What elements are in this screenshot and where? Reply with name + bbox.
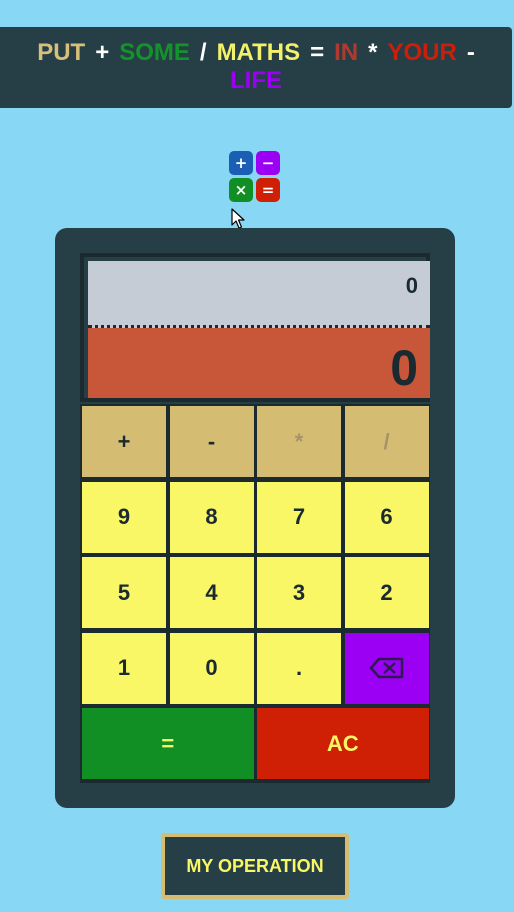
- minus-icon: −: [256, 151, 280, 175]
- minus-button[interactable]: -: [169, 406, 254, 477]
- banner-word: IN: [334, 39, 359, 66]
- backspace-icon: [369, 657, 403, 679]
- backspace-button[interactable]: [344, 632, 429, 704]
- digit-8-button[interactable]: 8: [169, 481, 254, 553]
- plus-button[interactable]: +: [82, 406, 166, 477]
- banner-word: -: [466, 39, 475, 66]
- banner-word: *: [368, 39, 378, 66]
- divide-button[interactable]: /: [344, 406, 429, 477]
- digit-1-button[interactable]: 1: [82, 632, 166, 704]
- banner-word: MATHS: [216, 39, 301, 66]
- banner-word: PUT: [37, 39, 86, 66]
- banner-word: /: [199, 39, 207, 66]
- banner-word: SOME: [119, 39, 190, 66]
- digit-2-button[interactable]: 2: [344, 557, 429, 628]
- equals-icon: =: [256, 178, 280, 202]
- title-banner: PUT + SOME / MATHS = IN * YOUR - LIFE: [0, 27, 512, 108]
- app-logo: + − × =: [229, 151, 281, 202]
- digit-9-button[interactable]: 9: [82, 481, 166, 553]
- digit-6-button[interactable]: 6: [344, 481, 429, 553]
- current-operand: 0: [88, 328, 430, 398]
- banner-word: +: [95, 39, 110, 66]
- digit-0-button[interactable]: 0: [169, 632, 254, 704]
- multiply-button[interactable]: *: [257, 406, 341, 477]
- mouse-cursor-icon: [231, 208, 245, 229]
- digit-3-button[interactable]: 3: [257, 557, 341, 628]
- all-clear-button[interactable]: AC: [257, 708, 429, 779]
- times-icon: ×: [229, 178, 253, 202]
- equals-button[interactable]: =: [82, 708, 254, 779]
- keypad: + - * / 9 8 7 6 5 4 3 2 1 0 . = AC: [80, 404, 430, 783]
- digit-4-button[interactable]: 4: [169, 557, 254, 628]
- decimal-button[interactable]: .: [257, 632, 341, 704]
- my-operation-button[interactable]: MY OPERATION: [161, 833, 349, 899]
- banner-word: YOUR: [387, 39, 457, 66]
- display: 0 0: [80, 253, 430, 402]
- digit-5-button[interactable]: 5: [82, 557, 166, 628]
- banner-word: =: [310, 39, 325, 66]
- plus-icon: +: [229, 151, 253, 175]
- banner-word: LIFE: [230, 67, 282, 94]
- calculator: 0 0 + - * / 9 8 7 6 5 4 3 2 1 0 . = AC: [55, 228, 455, 808]
- digit-7-button[interactable]: 7: [257, 481, 341, 553]
- previous-operand: 0: [88, 261, 430, 328]
